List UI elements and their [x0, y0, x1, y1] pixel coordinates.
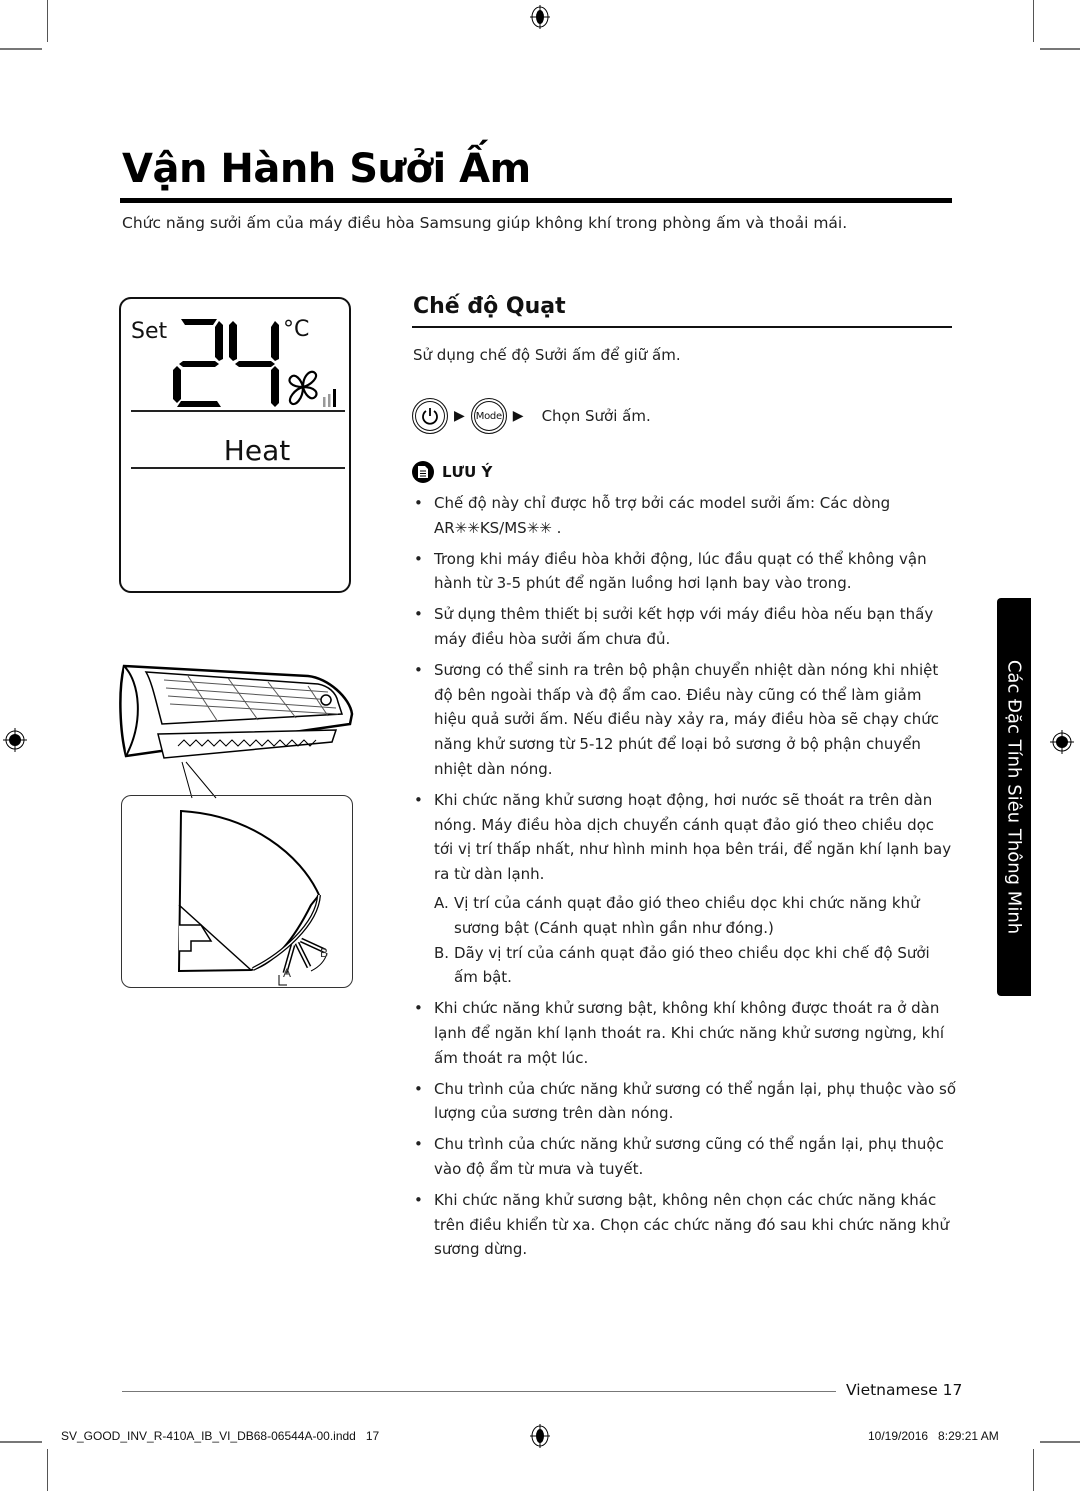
louver-detail-illustration	[177, 809, 328, 986]
note-header: LƯU Ý	[412, 461, 492, 483]
chapter-side-tab-label: Các Đặc Tính Siêu Thông Minh	[1003, 659, 1025, 935]
note-sub-item: B. Dãy vị trí của cánh quạt đảo gió theo …	[434, 943, 930, 987]
crop-mark	[1040, 1441, 1080, 1443]
lcd-mode-label: Heat	[223, 434, 291, 467]
note-sub-list: A. Vị trí của cánh quạt đảo gió theo chiề…	[434, 891, 957, 990]
mode-button-label: Mode	[475, 410, 502, 422]
section-title: Chế độ Quạt	[413, 294, 566, 319]
note-item: • Khi chức năng khử sương bật, không khí …	[414, 999, 944, 1067]
note-item: • Khi chức năng khử sương bật, không nên …	[414, 1190, 950, 1259]
section-rule	[412, 326, 952, 328]
registration-mark-icon	[530, 5, 550, 29]
note-item: • Chu trình của chức năng khử sương cũng …	[414, 1135, 944, 1178]
crop-mark	[1033, 0, 1034, 42]
fan-icon	[288, 370, 336, 407]
crop-mark	[0, 48, 42, 50]
footer-rule	[122, 1391, 836, 1392]
air-conditioner-illustration	[119, 664, 354, 759]
registration-mark-icon	[530, 1424, 550, 1448]
title-rule	[120, 198, 952, 203]
chapter-side-tab[interactable]: Các Đặc Tính Siêu Thông Minh	[997, 598, 1031, 996]
lcd-divider	[131, 410, 345, 412]
lcd-set-label: Set	[131, 319, 168, 344]
print-slug-file: SV_GOOD_INV_R-410A_IB_VI_DB68-06544A-00.…	[61, 1429, 380, 1443]
note-item: • Chế độ này chỉ được hỗ trợ bởi các mode…	[414, 494, 891, 537]
illustration-label-a: A	[283, 966, 292, 980]
step-instruction: Chọn Sưởi ấm.	[541, 407, 651, 425]
step-arrow-icon: ▶	[454, 408, 465, 424]
callout-lines	[181, 761, 217, 799]
page-number: Vietnamese 17	[846, 1381, 963, 1399]
registration-mark-icon	[3, 728, 27, 752]
note-item: • Chu trình của chức năng khử sương có th…	[414, 1079, 957, 1123]
step-arrow-icon: ▶	[512, 408, 524, 424]
page-title: Vận Hành Sưởi Ấm	[122, 146, 531, 192]
note-item: • Sử dụng thêm thiết bị sưởi kết hợp với …	[414, 605, 934, 648]
remote-lcd-display: Set °C Heat	[119, 297, 351, 593]
page-intro: Chức năng sưởi ấm của máy điều hòa Samsu…	[122, 214, 848, 232]
power-icon	[422, 408, 438, 425]
section-intro: Sử dụng chế độ Sưởi ấm để giữ ấm.	[413, 346, 681, 364]
lcd-divider	[131, 467, 345, 469]
note-sub-item: A. Vị trí của cánh quạt đảo gió theo chiề…	[434, 893, 920, 937]
operation-steps: ▶ Mode ▶ Chọn Sưởi ấm.	[412, 396, 651, 436]
crop-mark	[47, 0, 48, 42]
note-item: • Sương có thể sinh ra trên bộ phận chuyể…	[414, 660, 940, 778]
crop-mark	[1033, 1449, 1034, 1491]
crop-mark	[0, 1441, 42, 1443]
illustration-label-b: B	[320, 946, 329, 960]
note-icon	[412, 461, 434, 483]
lcd-temperature-digits	[173, 319, 279, 407]
print-slug-date: 10/19/2016 8:29:21 AM	[868, 1429, 999, 1443]
power-button[interactable]	[412, 398, 448, 434]
registration-mark-icon	[1050, 730, 1074, 754]
lcd-unit: °C	[283, 317, 310, 342]
crop-mark	[1040, 48, 1080, 50]
mode-button[interactable]: Mode	[470, 398, 507, 434]
note-item: • Trong khi máy điều hòa khởi động, lúc đ…	[414, 549, 927, 593]
note-label: LƯU Ý	[442, 463, 493, 481]
note-list: • Chế độ này chỉ được hỗ trợ bởi các mode…	[412, 491, 957, 1268]
crop-mark	[47, 1449, 48, 1491]
note-item: • Khi chức năng khử sương hoạt động, hơi …	[412, 788, 957, 990]
